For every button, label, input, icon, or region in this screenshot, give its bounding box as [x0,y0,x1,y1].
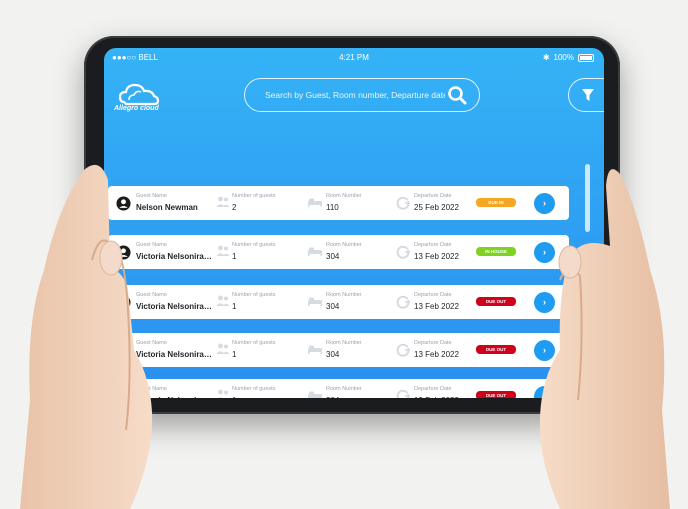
status-badge: DUE IN [476,198,516,207]
room-label: Room Number [326,193,362,199]
status-badge: DUE OUT [476,345,516,354]
room-label: Room Number [326,292,362,298]
guest-row[interactable]: Guest Name Victoria Nelsonirawiw... Numb… [108,285,569,319]
guest-row[interactable]: Guest Name Victoria Nelsonirawiw... Numb… [108,379,569,398]
bed-icon [308,345,322,354]
departure-label: Departure Date [414,386,452,392]
bed-icon [308,297,322,306]
guests-label: Number of guests [232,386,276,392]
guests-icon [216,196,230,207]
status-badge: DUE OUT [476,297,516,306]
departure-icon [396,389,410,398]
battery-icon [578,53,594,62]
bed-icon [308,247,322,256]
guest-count: 1 [232,252,237,261]
guests-label: Number of guests [232,193,276,199]
departure-label: Departure Date [414,292,452,298]
guests-icon [216,245,230,256]
filter-button[interactable] [568,78,604,112]
photo-scene: ●●●○○ BELL 4:21 PM ✱ 100% Allegro cloud [0,0,688,509]
guest-count: 2 [232,203,237,212]
search-bar[interactable] [244,78,480,112]
room-label: Room Number [326,340,362,346]
departure-date: 25 Feb 2022 [414,203,459,212]
room-label: Room Number [326,242,362,248]
bed-icon [308,391,322,398]
clock: 4:21 PM [339,53,369,62]
room-label: Room Number [326,386,362,392]
left-hand [20,164,153,509]
departure-icon [396,196,410,210]
status-bar: ●●●○○ BELL 4:21 PM ✱ 100% [104,48,604,66]
filter-funnel-icon [582,89,594,101]
departure-date: 13 Feb 2022 [414,302,459,311]
guest-row[interactable]: Guest Name Victoria Nelsonirawiw... Numb… [108,333,569,367]
guest-row[interactable]: Guest Name Victoria Nelsonirawiw... Numb… [108,235,569,269]
room-number: 304 [326,350,340,359]
right-hand [539,169,670,509]
guests-label: Number of guests [232,340,276,346]
guest-count: 1 [232,396,236,398]
departure-icon [396,343,410,357]
guests-icon [216,343,230,354]
room-number: 304 [326,396,339,398]
search-icon[interactable] [447,85,467,105]
room-number: 304 [326,302,340,311]
guests-icon [218,389,228,398]
departure-label: Departure Date [414,193,452,199]
status-badge: DUE OUT [476,391,516,398]
brand-name: Allegro cloud [114,105,159,112]
departure-date: 13 Feb 2022 [414,350,459,359]
guests-label: Number of guests [232,242,276,248]
departure-date: 13 Feb 2022 [414,252,459,261]
departure-icon [396,245,410,259]
departure-date: 13 Feb 2022 [414,396,459,398]
departure-icon [396,295,410,309]
battery-percent: 100% [553,53,574,62]
room-number: 110 [326,203,339,212]
guest-count: 1 [232,302,237,311]
battery-status: ✱ 100% [543,53,594,62]
status-badge: IN HOUSE [476,247,516,256]
departure-label: Departure Date [414,340,452,346]
departure-label: Departure Date [414,242,452,248]
guests-icon [216,295,230,306]
room-number: 304 [326,252,340,261]
guest-count: 1 [232,350,237,359]
bed-icon [308,198,322,207]
guests-label: Number of guests [232,292,276,298]
bluetooth-icon: ✱ [542,53,550,62]
guest-row[interactable]: Guest Name Nelson Newman Number of guest… [108,186,569,220]
search-input[interactable] [263,89,447,101]
